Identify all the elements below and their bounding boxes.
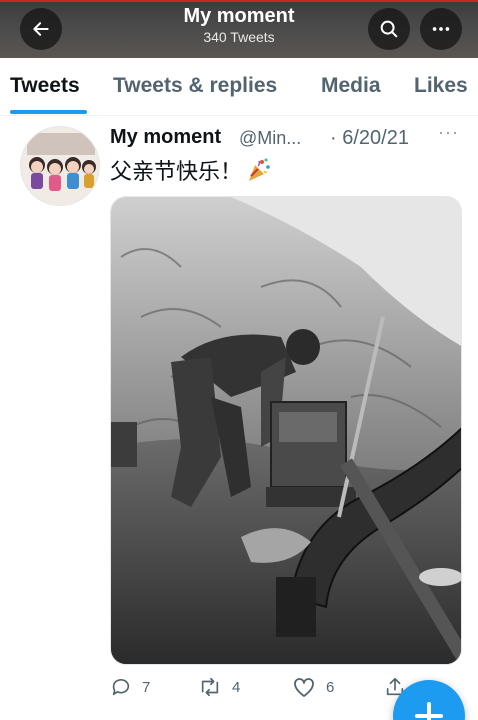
compose-tweet-button[interactable] — [393, 680, 465, 720]
display-name[interactable]: My moment — [110, 126, 221, 149]
like-count: 6 — [326, 678, 335, 696]
reply-button[interactable]: 7 — [110, 676, 150, 698]
profile-tabs: Tweets Tweets & replies Media Likes — [0, 58, 478, 116]
photo-image — [111, 197, 461, 664]
like-button[interactable]: 6 — [292, 676, 334, 698]
more-button[interactable] — [420, 8, 462, 50]
tweet-more-button[interactable]: ··· — [438, 122, 459, 143]
tweet-date[interactable]: · 6/20/21 — [330, 127, 409, 150]
search-icon — [380, 20, 398, 38]
tweet-text: 父亲节快乐！ — [110, 154, 272, 186]
tweet-photo[interactable] — [110, 196, 462, 665]
search-button[interactable] — [368, 8, 410, 50]
user-handle[interactable]: @Min... — [239, 128, 301, 149]
party-popper-icon — [249, 158, 270, 181]
tab-tweets-and-replies[interactable]: Tweets & replies — [113, 74, 277, 98]
tweet-header: My moment @Min... · 6/20/21 ··· — [110, 122, 470, 150]
active-tab-indicator — [10, 110, 87, 114]
retweet-count: 4 — [232, 678, 241, 696]
more-horizontal-icon — [432, 27, 450, 31]
reply-icon — [112, 678, 130, 696]
profile-header: My moment 340 Tweets — [0, 0, 478, 58]
tab-media[interactable]: Media — [321, 74, 381, 98]
tweet-text-content: 父亲节快乐！ — [110, 159, 243, 184]
avatar-image — [21, 127, 99, 205]
tab-tweets[interactable]: Tweets — [10, 74, 80, 98]
tab-likes[interactable]: Likes — [414, 74, 468, 98]
avatar[interactable] — [20, 126, 100, 206]
reply-count: 7 — [142, 678, 151, 696]
plus-icon — [415, 702, 443, 720]
heart-icon — [294, 678, 314, 697]
retweet-button[interactable]: 4 — [198, 676, 240, 698]
retweet-icon — [201, 677, 219, 697]
